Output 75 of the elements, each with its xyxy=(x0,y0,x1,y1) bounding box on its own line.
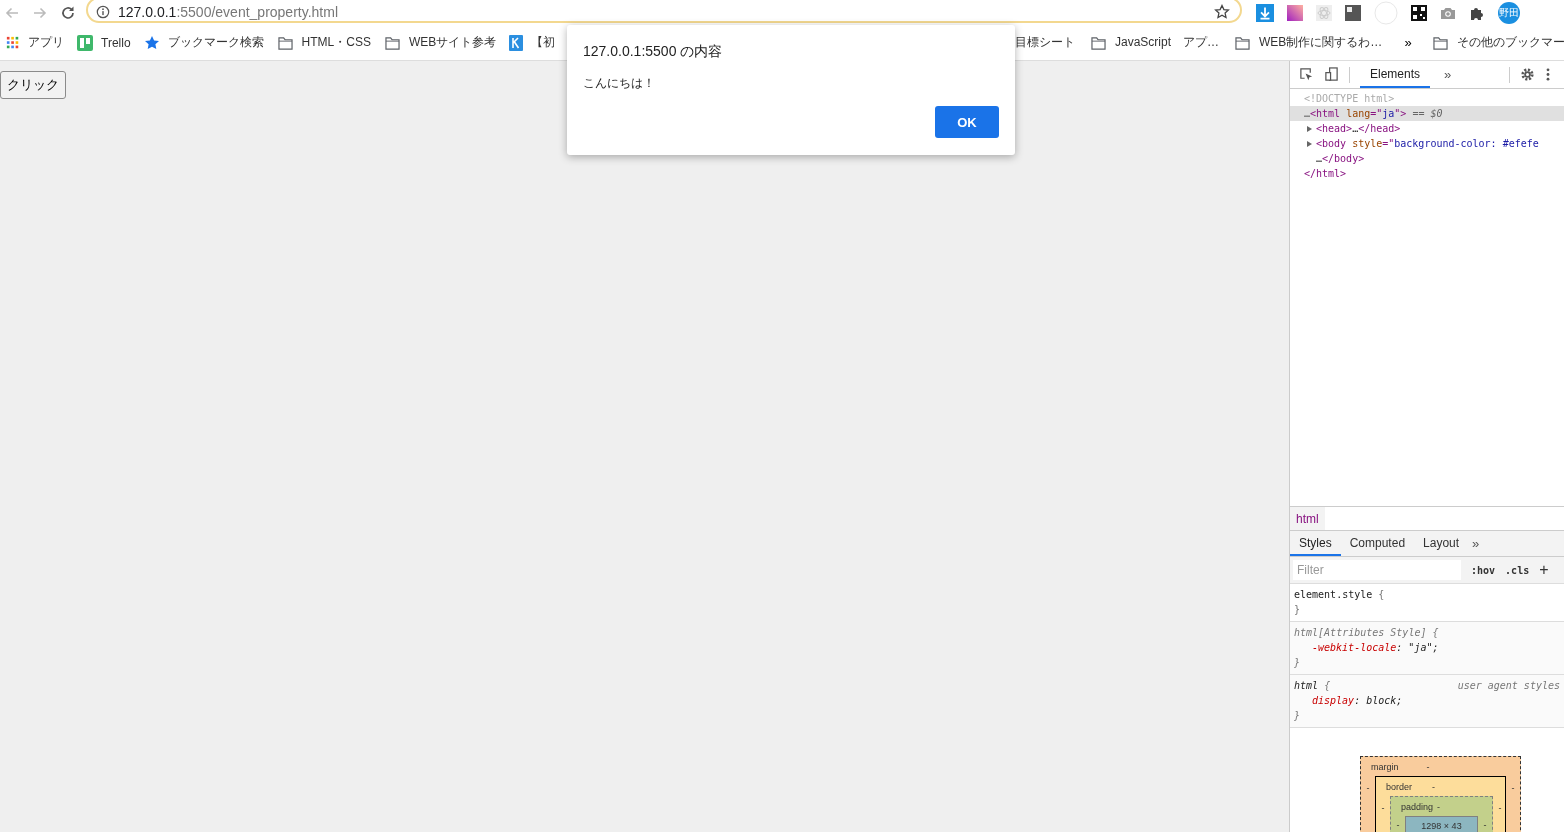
k-logo-icon xyxy=(509,34,524,51)
info-icon xyxy=(96,4,110,19)
box-label: border xyxy=(1385,781,1412,792)
filter-field[interactable]: Filter xyxy=(1293,560,1461,580)
bookmark[interactable]: ブックマーク検索 xyxy=(143,34,264,51)
expand-arrow-icon[interactable] xyxy=(1307,125,1312,132)
bookmark[interactable]: WEBサイト参考 xyxy=(383,34,497,51)
hover-state-button[interactable]: :hov xyxy=(1471,564,1496,576)
new-rule-button[interactable]: + xyxy=(1539,561,1549,579)
css-declaration: display: block; xyxy=(1312,695,1403,706)
closing-brace: } xyxy=(1294,710,1301,721)
box-value: - xyxy=(1482,819,1488,830)
closing-brace: } xyxy=(1294,657,1301,668)
folder-icon xyxy=(1090,35,1107,50)
download-icon[interactable] xyxy=(1256,3,1274,22)
box-value: - xyxy=(1380,802,1386,813)
qr-code-icon[interactable] xyxy=(1411,4,1427,21)
more-tabs-button[interactable]: » xyxy=(1468,536,1484,551)
folder-icon xyxy=(1234,35,1252,50)
box-value: - xyxy=(1437,801,1441,812)
dom-closing-tag: …</body> xyxy=(1316,153,1365,164)
css-selector: html[Attributes Style] { xyxy=(1294,626,1439,640)
css-selector: html { xyxy=(1294,679,1331,693)
styles-tab[interactable]: Layout xyxy=(1414,531,1469,556)
more-menu-icon[interactable] xyxy=(1545,67,1552,82)
url-text: 127.0.0.1:5500/event_property.html xyxy=(118,3,339,20)
box-label: padding xyxy=(1400,801,1434,812)
box-value: - xyxy=(1365,782,1371,793)
rule-source: user agent styles xyxy=(1457,679,1560,693)
trello-icon xyxy=(77,34,93,51)
panel-tab[interactable]: Elements xyxy=(1360,61,1431,88)
bookmark[interactable]: Trello xyxy=(77,34,131,51)
css-selector: element.style { xyxy=(1294,588,1385,602)
dialog-message: こんにちは！ xyxy=(583,75,655,92)
box-value: - xyxy=(1395,819,1401,830)
box-value: - xyxy=(1432,781,1435,792)
bookmark[interactable]: 目標シート xyxy=(1015,34,1075,51)
star-icon xyxy=(143,34,160,51)
bookmark[interactable]: アプリ xyxy=(6,34,64,51)
css-declaration: -webkit-locale: "ja"; xyxy=(1312,642,1439,653)
box-label: margin xyxy=(1370,761,1399,772)
content-box: 1298 × 43 xyxy=(1405,816,1478,832)
dom-closing-tag: </html> xyxy=(1304,168,1347,179)
box-value: - xyxy=(1497,802,1503,813)
class-button[interactable]: .cls xyxy=(1505,564,1530,576)
settings-icon[interactable] xyxy=(1520,67,1536,82)
apps-icon xyxy=(6,35,20,50)
folder-icon xyxy=(383,35,401,50)
bookmark[interactable]: HTML・CSS xyxy=(276,34,371,51)
folder-icon xyxy=(276,35,294,50)
ok-button[interactable]: OK xyxy=(935,106,999,138)
box-value: - xyxy=(1510,782,1516,793)
styles-tab[interactable]: Computed xyxy=(1340,531,1415,556)
address-bar[interactable]: 127.0.0.1:5500/event_property.html xyxy=(86,0,1242,23)
device-toolbar-icon[interactable] xyxy=(1324,67,1339,82)
inspect-icon[interactable] xyxy=(1299,67,1314,82)
bookmark[interactable]: JavaScript アプ… xyxy=(1090,34,1220,51)
dialog-title: 127.0.0.1:5500 の内容 xyxy=(583,43,723,61)
breadcrumb[interactable]: html xyxy=(1290,507,1325,530)
gradient-square-icon[interactable] xyxy=(1287,4,1303,21)
dom-node[interactable]: <body style="background-color: #efefe xyxy=(1316,138,1539,149)
bookmark-star-icon[interactable] xyxy=(1214,3,1230,20)
closing-brace: } xyxy=(1294,604,1301,615)
bookmark[interactable]: WEB制作に関するわ… xyxy=(1234,34,1383,51)
other-bookmarks[interactable]: その他のブックマー xyxy=(1431,34,1564,51)
bookmark[interactable]: 【初 xyxy=(509,34,556,51)
more-tabs-button[interactable]: » xyxy=(1440,67,1456,82)
more-bookmarks-button[interactable]: » xyxy=(1404,35,1412,50)
dom-node[interactable]: <head>…</head> xyxy=(1316,123,1401,134)
click-button[interactable]: クリック xyxy=(0,71,66,99)
split-panel-icon[interactable] xyxy=(1345,4,1361,21)
folder-icon xyxy=(1431,35,1449,50)
box-value: - xyxy=(1426,761,1430,772)
expand-arrow-icon[interactable] xyxy=(1307,140,1312,147)
reload-icon[interactable] xyxy=(60,4,76,21)
